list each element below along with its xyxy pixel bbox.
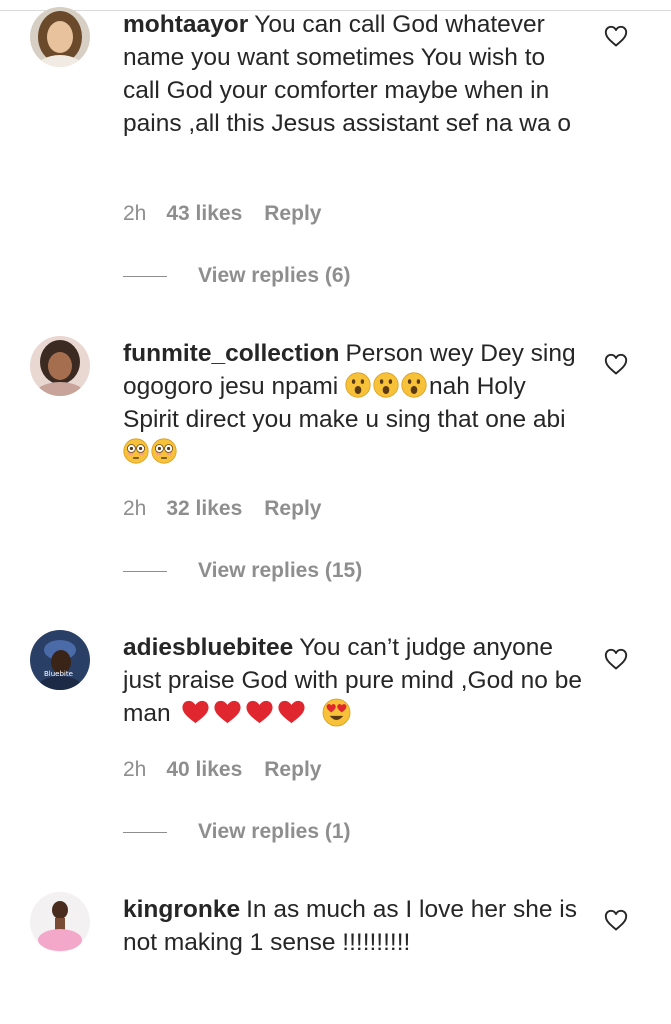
comment-likes[interactable]: 32 likes	[166, 497, 242, 520]
like-heart-icon[interactable]	[604, 648, 628, 670]
comment-likes[interactable]: 40 likes	[166, 758, 242, 781]
avatar[interactable]	[30, 336, 90, 396]
flushed-face-emoji	[123, 438, 149, 464]
comment-likes[interactable]: 43 likes	[166, 202, 242, 225]
view-replies-button[interactable]: View replies (15)	[123, 559, 362, 583]
red-heart-emoji	[213, 699, 242, 725]
avatar[interactable]: Bluebite	[30, 630, 90, 690]
replies-divider-line	[123, 831, 167, 834]
replies-divider-line	[123, 275, 167, 278]
comment-time: 2h	[123, 202, 147, 225]
hushed-face-emoji	[401, 372, 427, 398]
reply-button[interactable]: Reply	[264, 758, 321, 781]
comment-time: 2h	[123, 497, 147, 520]
comment-text-block: kingronke In as much as I love her she is…	[123, 893, 583, 959]
red-heart-emoji	[181, 699, 210, 725]
like-heart-icon[interactable]	[604, 25, 628, 47]
view-replies-label: View replies (6)	[198, 264, 351, 287]
comment-time: 2h	[123, 758, 147, 781]
comment-username[interactable]: kingronke	[123, 896, 240, 923]
reply-button[interactable]: Reply	[264, 202, 321, 225]
like-heart-icon[interactable]	[604, 353, 628, 375]
comment-username[interactable]: mohtaayor	[123, 11, 248, 38]
comment-meta: 2h 32 likes Reply	[123, 497, 321, 521]
svg-text:Bluebite: Bluebite	[44, 670, 73, 678]
avatar[interactable]	[30, 7, 90, 67]
view-replies-label: View replies (15)	[198, 559, 363, 582]
comment-username[interactable]: adiesbluebitee	[123, 634, 293, 661]
avatar[interactable]	[30, 892, 90, 952]
comment-meta: 2h 40 likes Reply	[123, 758, 321, 782]
replies-divider-line	[123, 570, 167, 573]
hushed-face-emoji	[345, 372, 371, 398]
reply-button[interactable]: Reply	[264, 497, 321, 520]
comment-username[interactable]: funmite_collection	[123, 340, 339, 367]
hushed-face-emoji	[373, 372, 399, 398]
heart-eyes-emoji	[322, 698, 351, 727]
comment-text-block: funmite_collection Person wey Dey sing og…	[123, 337, 583, 469]
view-replies-button[interactable]: View replies (1)	[123, 820, 351, 844]
comment-text-block: adiesbluebitee You can’t judge anyone jus…	[123, 631, 583, 730]
view-replies-label: View replies (1)	[198, 820, 351, 843]
red-heart-emoji	[245, 699, 274, 725]
red-heart-emoji	[277, 699, 306, 725]
comment-text-block: mohtaayor You can call God whatever name …	[123, 8, 583, 140]
like-heart-icon[interactable]	[604, 909, 628, 931]
flushed-face-emoji	[151, 438, 177, 464]
comment-meta: 2h 43 likes Reply	[123, 202, 321, 226]
view-replies-button[interactable]: View replies (6)	[123, 264, 351, 288]
